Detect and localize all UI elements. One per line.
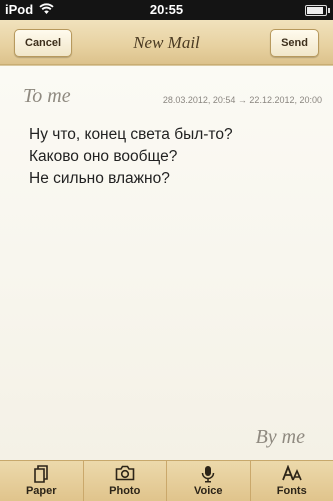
navigation-bar: Cancel New Mail Send	[0, 20, 333, 65]
bottom-toolbar: Paper Photo Voice Fonts	[0, 460, 333, 501]
fonts-button[interactable]: Fonts	[251, 461, 333, 501]
message-body[interactable]: Ну что, конец света был-то? Каково оно в…	[29, 124, 319, 190]
recipient-label[interactable]: To me	[23, 85, 71, 108]
fonts-label: Fonts	[251, 485, 333, 497]
photo-button[interactable]: Photo	[84, 461, 168, 501]
delivery-dates[interactable]: 28.03.2012, 20:54 → 22.12.2012, 20:00	[163, 95, 322, 105]
voice-button[interactable]: Voice	[167, 461, 251, 501]
message-line: Каково оно вообще?	[29, 146, 319, 168]
paper-button[interactable]: Paper	[0, 461, 84, 501]
voice-label: Voice	[167, 485, 250, 497]
message-line: Не сильно влажно?	[29, 168, 319, 190]
paper-icon	[0, 465, 83, 483]
clock: 20:55	[0, 2, 333, 17]
sender-label: By me	[256, 426, 305, 449]
message-line: Ну что, конец света был-то?	[29, 124, 319, 146]
photo-label: Photo	[84, 485, 167, 497]
paper-label: Paper	[0, 485, 83, 497]
camera-icon	[84, 465, 167, 483]
mail-composer: To me 28.03.2012, 20:54 → 22.12.2012, 20…	[0, 65, 333, 461]
battery-icon	[305, 5, 327, 16]
send-button[interactable]: Send	[270, 29, 319, 57]
fonts-icon	[251, 465, 333, 483]
status-bar: iPod 20:55	[0, 0, 333, 20]
microphone-icon	[167, 465, 250, 483]
